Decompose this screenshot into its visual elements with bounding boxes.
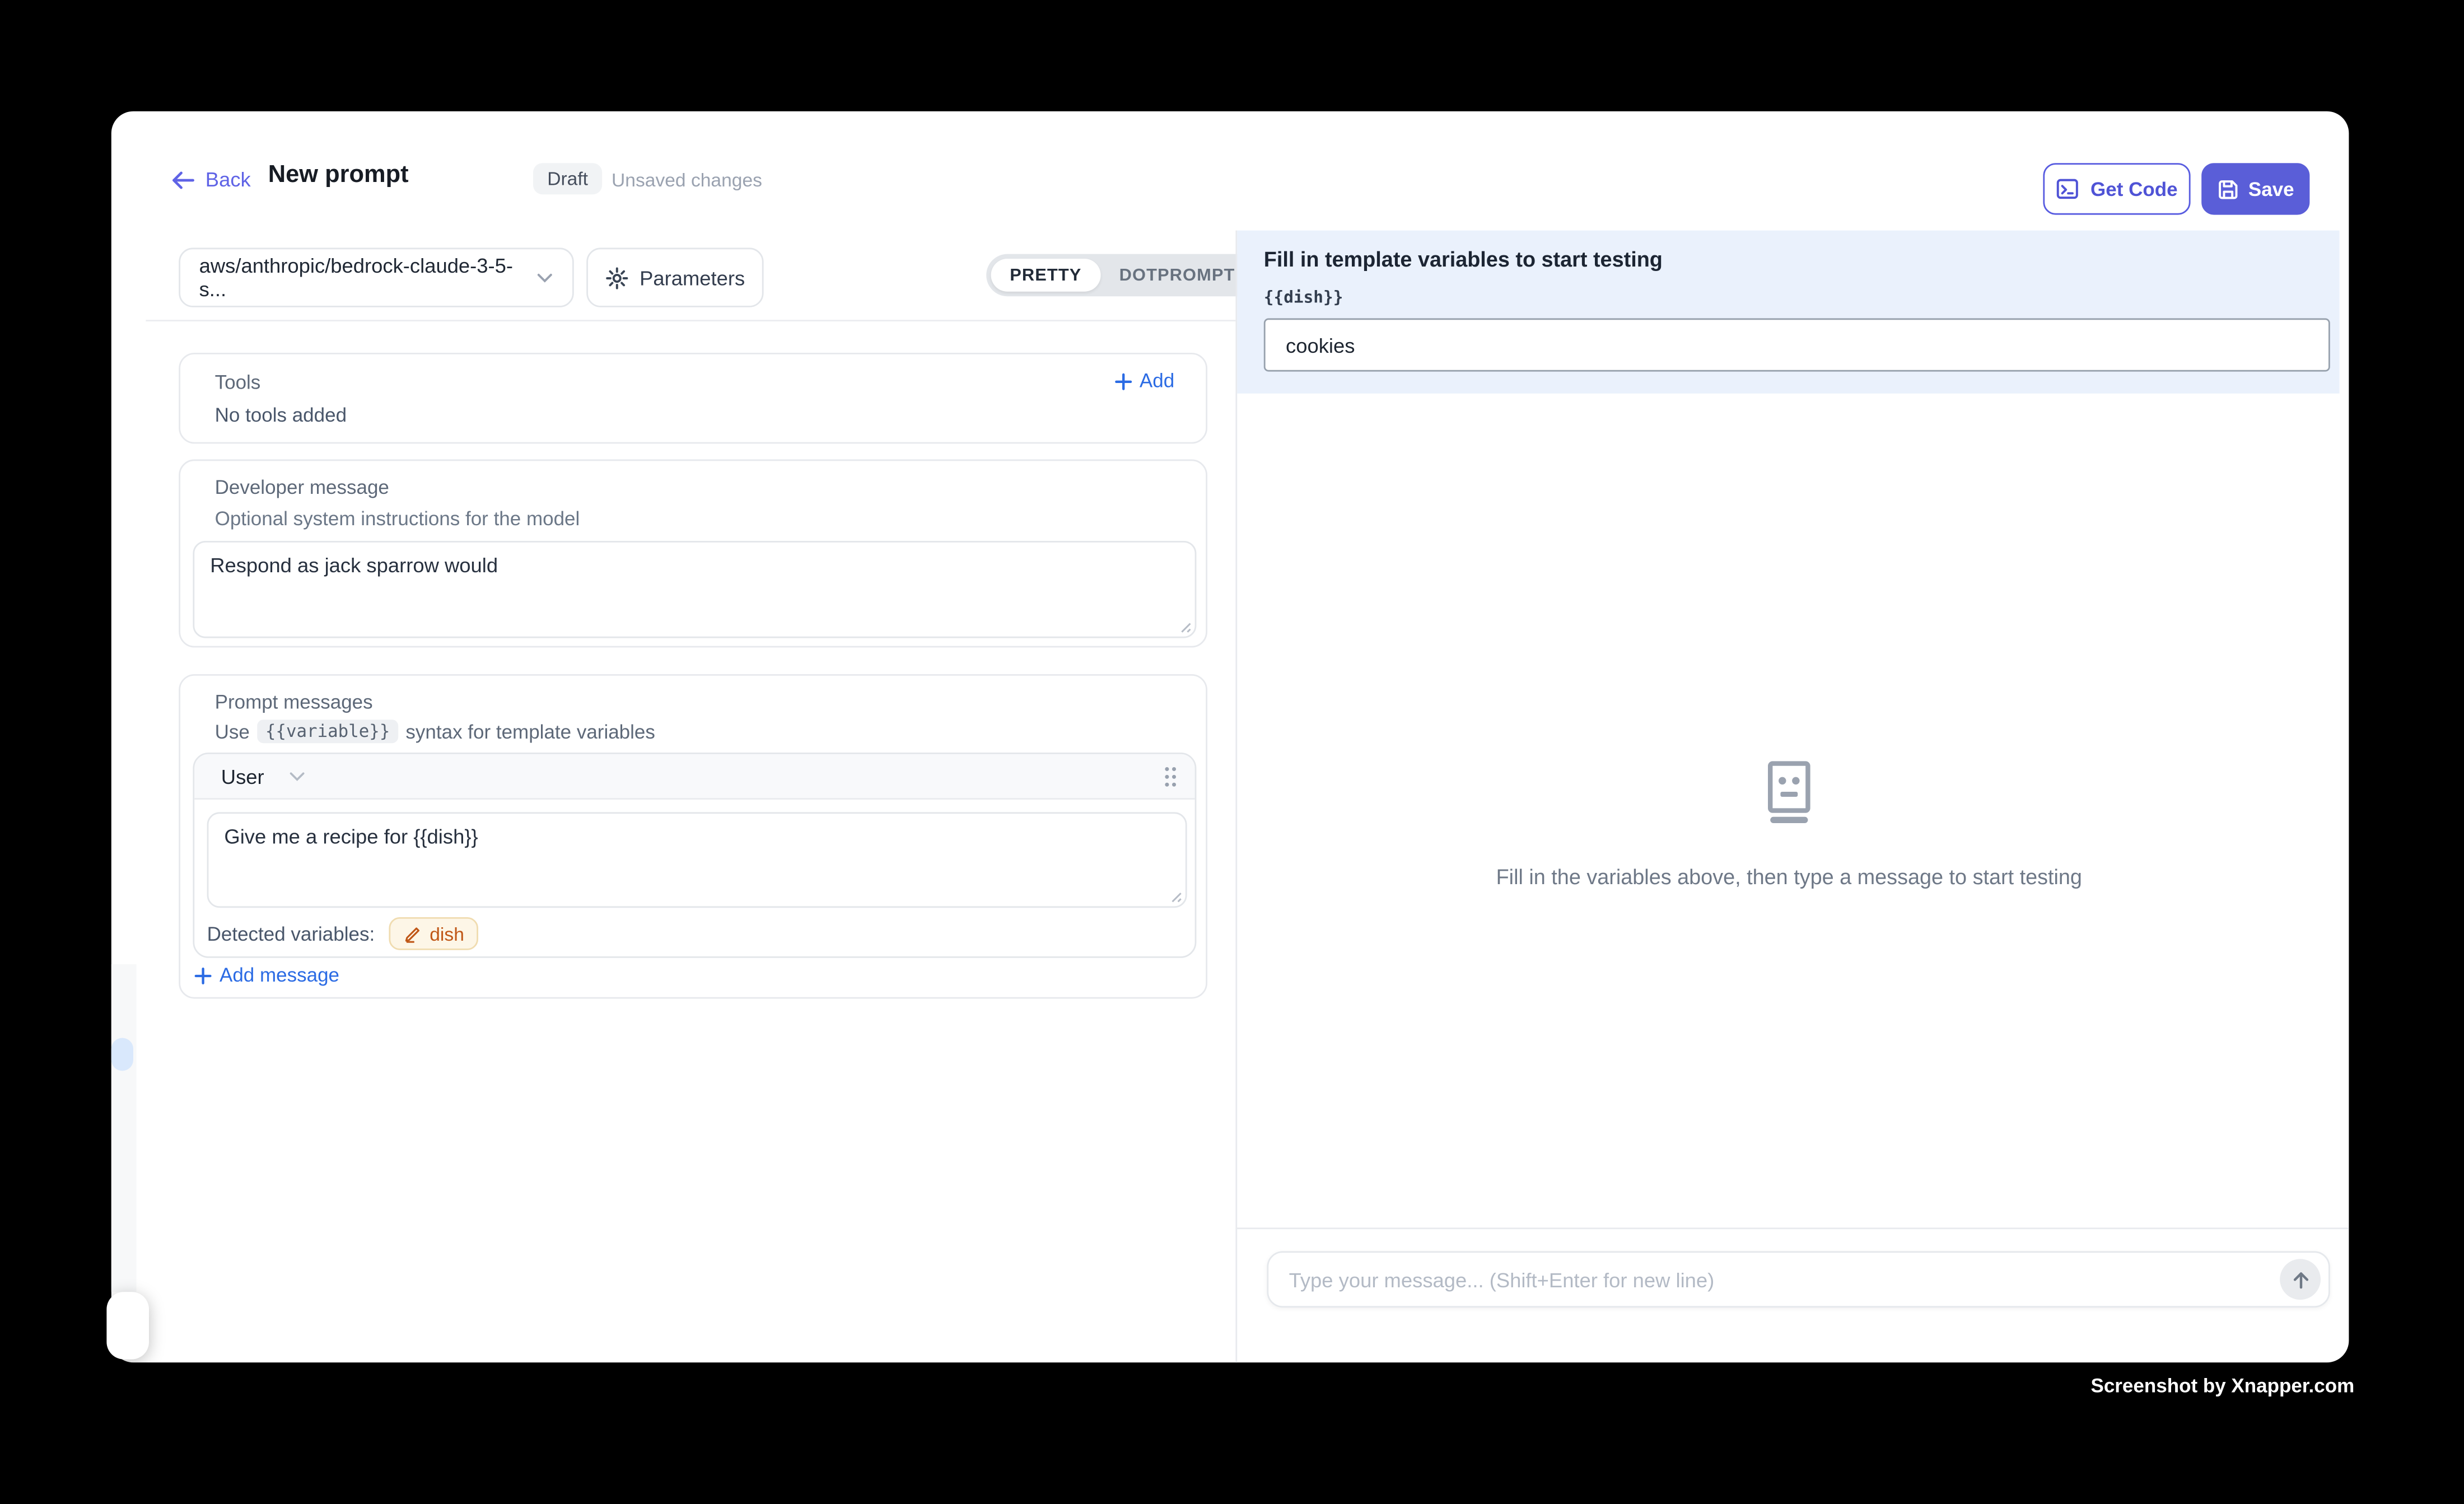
variable-value-input[interactable]: [1264, 318, 2330, 371]
prompt-messages-section: Prompt messages Use {{variable}} syntax …: [179, 674, 1207, 999]
parameters-label: Parameters: [640, 266, 745, 289]
tools-section: Tools Add No tools added: [179, 353, 1207, 443]
hint-prefix: Use: [215, 721, 250, 742]
plus-icon: [194, 966, 212, 984]
template-variables-panel: Fill in template variables to start test…: [1237, 231, 2339, 394]
model-selector-value: aws/anthropic/bedrock-claude-3-5-s...: [199, 254, 536, 301]
model-selector[interactable]: aws/anthropic/bedrock-claude-3-5-s...: [179, 247, 574, 307]
detected-variables-label: Detected variables:: [207, 923, 375, 945]
send-button[interactable]: [2280, 1259, 2321, 1300]
toggle-pretty[interactable]: PRETTY: [991, 259, 1100, 292]
app-window: Back New prompt Draft Unsaved changes Ge…: [111, 111, 2349, 1362]
save-button[interactable]: Save: [2201, 163, 2309, 214]
terminal-icon: [2056, 177, 2079, 200]
developer-message-section: Developer message Optional system instru…: [179, 459, 1207, 647]
view-toggle: PRETTY DOTPROMPT: [986, 254, 1258, 297]
page-title: New prompt: [268, 161, 409, 189]
role-value: User: [221, 765, 264, 788]
robot-face-icon: [1762, 760, 1816, 823]
tools-empty-text: No tools added: [215, 404, 347, 426]
collapsed-sidebar-strip: [111, 964, 137, 1292]
arrow-up-icon: [2290, 1269, 2310, 1290]
status-badge: Draft: [533, 163, 602, 194]
pencil-icon: [403, 924, 422, 943]
add-message-button[interactable]: Add message: [194, 964, 339, 986]
hint-suffix: syntax for template variables: [405, 721, 655, 742]
role-selector[interactable]: User: [221, 754, 306, 800]
template-variables-title: Fill in template variables to start test…: [1264, 247, 1663, 271]
get-code-label: Get Code: [2090, 178, 2178, 200]
message-block: User Give me a recipe for {{dish}} Detec…: [193, 753, 1196, 958]
watermark-text: Screenshot by Xnapper.com: [2090, 1375, 2354, 1397]
screenshot-stage: Back New prompt Draft Unsaved changes Ge…: [0, 0, 2464, 1504]
edge-popover: [106, 1292, 149, 1359]
variable-syntax-hint: Use {{variable}} syntax for template var…: [215, 720, 655, 743]
plus-icon: [1114, 372, 1132, 390]
variable-badge[interactable]: dish: [389, 917, 478, 950]
hint-code: {{variable}}: [258, 720, 398, 743]
save-icon: [2217, 178, 2239, 200]
add-tool-button[interactable]: Add: [1114, 370, 1174, 392]
collapsed-sidebar-selected-item[interactable]: [111, 1038, 133, 1071]
chevron-down-icon: [289, 772, 306, 783]
tools-title: Tools: [215, 372, 261, 394]
variable-name: dish: [430, 923, 464, 945]
save-label: Save: [2248, 178, 2294, 200]
empty-state-text: Fill in the variables above, then type a…: [1237, 866, 2341, 889]
message-composer: [1267, 1251, 2330, 1307]
detected-variables-row: Detected variables: dish: [207, 917, 478, 950]
developer-message-subtitle: Optional system instructions for the mod…: [215, 508, 580, 530]
message-content-input[interactable]: Give me a recipe for {{dish}}: [207, 812, 1187, 908]
add-message-label: Add message: [220, 964, 339, 986]
drag-handle-icon[interactable]: [1164, 765, 1178, 788]
get-code-button[interactable]: Get Code: [2043, 163, 2190, 214]
composer-divider: [1235, 1227, 2349, 1229]
chevron-down-icon: [536, 272, 553, 283]
prompt-messages-title: Prompt messages: [215, 692, 373, 713]
parameters-button[interactable]: Parameters: [586, 247, 763, 307]
developer-message-title: Developer message: [215, 477, 389, 498]
toolbar-divider: [146, 320, 1235, 321]
chat-empty-state: Fill in the variables above, then type a…: [1237, 760, 2341, 889]
add-tool-label: Add: [1140, 370, 1174, 392]
gear-icon: [605, 266, 628, 289]
variable-key-label: {{dish}}: [1264, 288, 1343, 307]
toggle-dotprompt[interactable]: DOTPROMPT: [1100, 259, 1254, 292]
developer-message-input[interactable]: Respond as jack sparrow would: [193, 541, 1196, 638]
back-arrow-icon: [171, 170, 194, 189]
unsaved-changes-text: Unsaved changes: [612, 169, 762, 191]
back-button[interactable]: Back: [171, 168, 251, 191]
chat-message-input[interactable]: [1289, 1268, 2280, 1291]
back-label: Back: [206, 168, 251, 191]
message-role-header: User: [194, 754, 1194, 800]
